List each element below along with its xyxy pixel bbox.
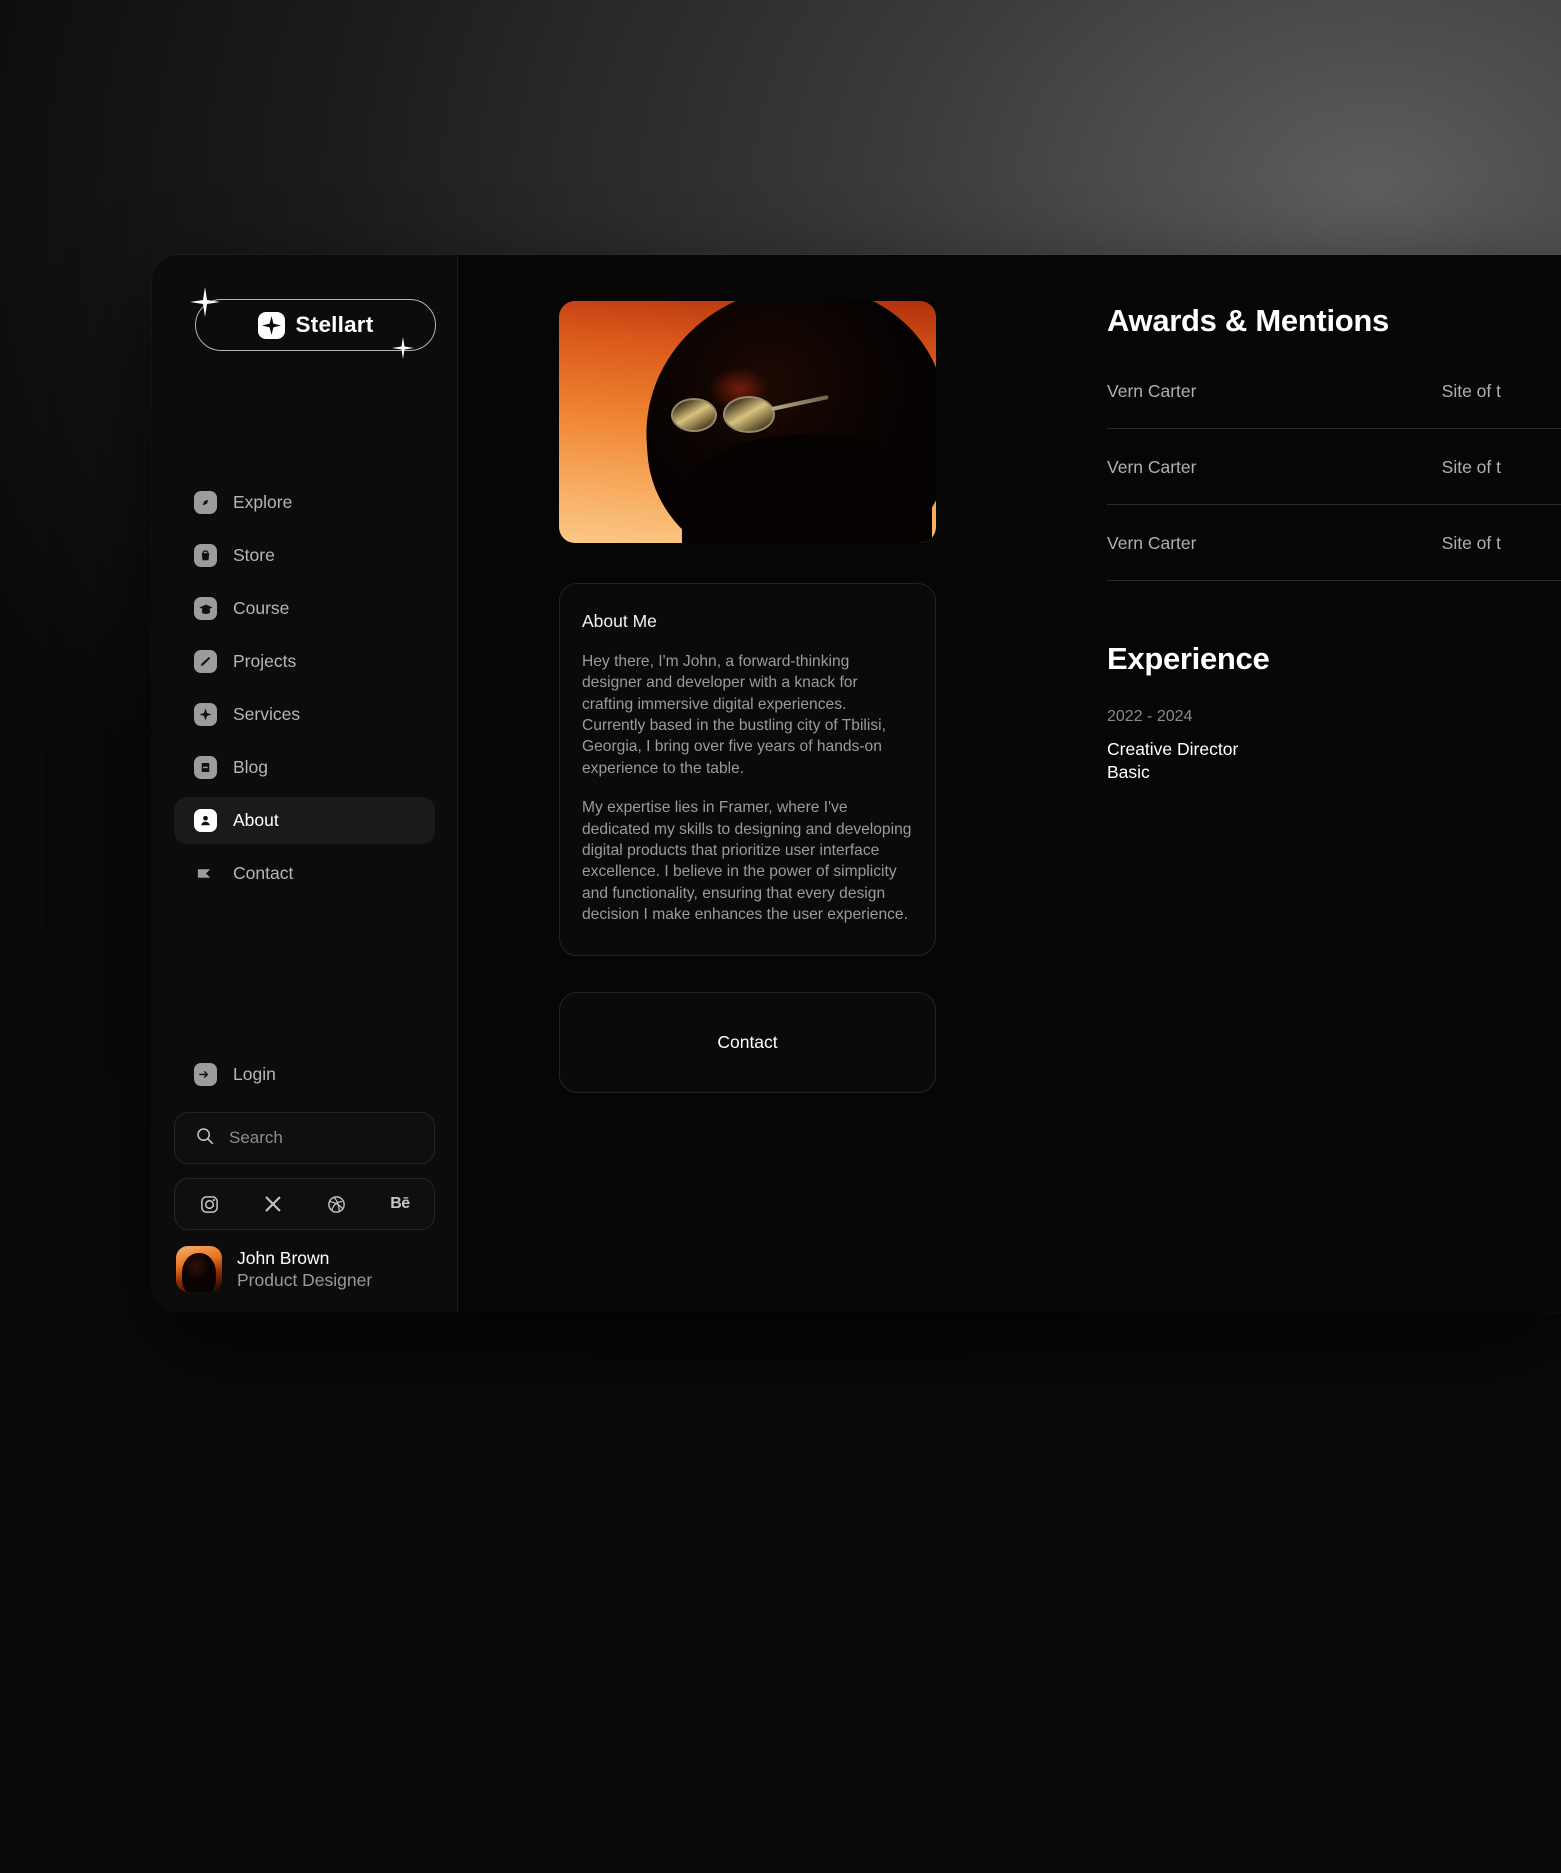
experience-item: 2022 - 2024 Creative Director Basic (1107, 708, 1561, 784)
avatar (176, 1246, 222, 1292)
app-window: Stellart Explore Store Course Projects S… (152, 255, 1561, 1312)
experience-company: Basic (1107, 761, 1150, 782)
blog-icon (194, 756, 217, 779)
award-name: Vern Carter (1107, 533, 1197, 553)
sidebar-bottom: Login Search Bē John Brown Product Desig… (174, 1052, 435, 1312)
right-column: Awards & Mentions Vern Carter Site of t … (1006, 255, 1561, 1312)
brand-name: Stellart (295, 312, 374, 337)
sidebar-item-label: Course (233, 598, 290, 618)
social-links: Bē (174, 1178, 435, 1230)
awards-title: Awards & Mentions (1107, 303, 1389, 338)
sidebar-item-label: Services (233, 704, 301, 724)
x-twitter-icon[interactable] (261, 1192, 285, 1216)
sidebar-item-label: Contact (233, 863, 294, 883)
award-name: Vern Carter (1107, 457, 1197, 477)
dribbble-icon[interactable] (324, 1192, 348, 1216)
sidebar-item-explore[interactable]: Explore (174, 479, 435, 526)
sidebar-item-label: Store (233, 545, 275, 565)
experience-role: Creative Director (1107, 739, 1239, 759)
search-placeholder: Search (229, 1128, 283, 1147)
hero-portrait-image (559, 301, 936, 543)
sidebar: Stellart Explore Store Course Projects S… (152, 255, 458, 1312)
about-heading: About Me (582, 611, 657, 631)
sidebar-item-about[interactable]: About (174, 797, 435, 844)
search-input[interactable]: Search (174, 1112, 435, 1164)
user-icon (194, 809, 217, 832)
award-site: Site of t (1441, 381, 1501, 401)
sidebar-item-course[interactable]: Course (174, 585, 435, 632)
about-paragraph-2: My expertise lies in Framer, where I've … (582, 799, 912, 923)
sidebar-item-projects[interactable]: Projects (174, 638, 435, 685)
sparkle-icon (194, 703, 217, 726)
award-row[interactable]: Vern Carter Site of t (1107, 339, 1561, 429)
sidebar-item-label: About (233, 810, 279, 830)
login-button[interactable]: Login (174, 1052, 435, 1096)
instagram-icon[interactable] (197, 1192, 221, 1216)
profile-role: Product Designer (237, 1270, 373, 1290)
search-icon (195, 1126, 215, 1151)
profile-name: John Brown (237, 1247, 330, 1268)
contact-button[interactable]: Contact (559, 992, 936, 1094)
main-content: About Me Hey there, I'm John, a forward-… (458, 255, 1561, 1312)
sidebar-nav: Explore Store Course Projects Services B… (174, 479, 435, 903)
sidebar-item-services[interactable]: Services (174, 691, 435, 738)
experience-title: Experience (1107, 641, 1270, 676)
bag-icon (194, 544, 217, 567)
sidebar-item-store[interactable]: Store (174, 532, 435, 579)
about-card: About Me Hey there, I'm John, a forward-… (559, 583, 936, 957)
award-row[interactable]: Vern Carter Site of t (1107, 429, 1561, 505)
sidebar-item-label: Explore (233, 492, 293, 512)
sidebar-item-label: Projects (233, 651, 297, 671)
experience-years: 2022 - 2024 (1107, 708, 1193, 725)
award-site: Site of t (1441, 457, 1501, 477)
center-column: About Me Hey there, I'm John, a forward-… (458, 255, 1006, 1312)
brand-logo[interactable]: Stellart (174, 287, 436, 359)
about-paragraph-1: Hey there, I'm John, a forward-thinking … (582, 653, 886, 777)
sidebar-item-label: Blog (233, 757, 269, 777)
send-icon (194, 862, 217, 885)
award-name: Vern Carter (1107, 381, 1197, 401)
login-arrow-icon (194, 1062, 217, 1086)
contact-button-label: Contact (717, 1032, 778, 1053)
award-row[interactable]: Vern Carter Site of t (1107, 505, 1561, 581)
behance-icon[interactable]: Bē (388, 1192, 412, 1216)
award-site: Site of t (1441, 533, 1501, 553)
sidebar-item-blog[interactable]: Blog (174, 744, 435, 791)
sparkle-icon (257, 311, 285, 339)
sidebar-item-contact[interactable]: Contact (174, 850, 435, 897)
graduation-cap-icon (194, 597, 217, 620)
pencil-icon (194, 650, 217, 673)
login-label: Login (233, 1063, 276, 1084)
user-profile[interactable]: John Brown Product Designer (174, 1246, 435, 1292)
compass-icon (194, 491, 217, 514)
